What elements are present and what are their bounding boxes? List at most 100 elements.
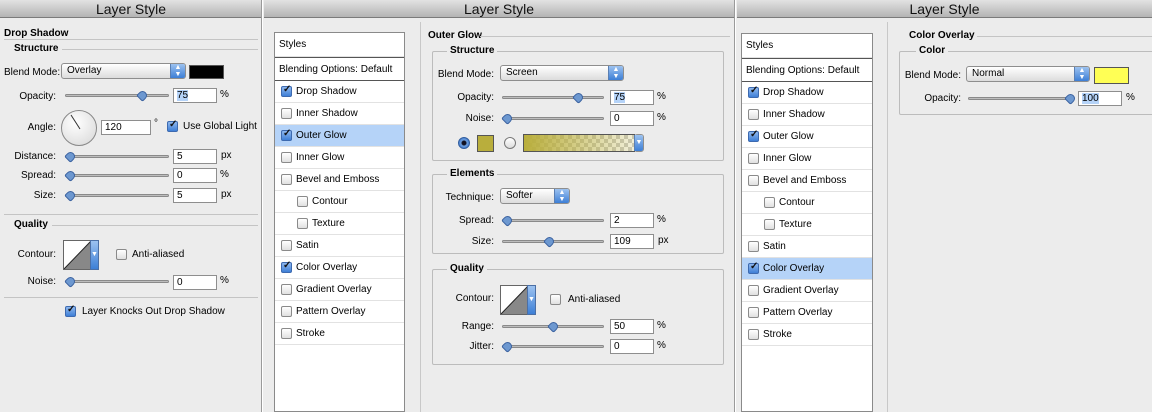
contour-picker[interactable]: ▼ (63, 240, 99, 270)
jitter-input[interactable]: 0 (610, 339, 654, 354)
spread-input[interactable]: 0 (173, 168, 217, 183)
range-input[interactable]: 50 (610, 319, 654, 334)
style-item-bevel-and-emboss[interactable]: Bevel and Emboss (742, 170, 872, 192)
gradient-radio[interactable] (504, 137, 516, 149)
style-checkbox[interactable] (748, 329, 759, 340)
style-item-color-overlay[interactable]: Color Overlay (742, 258, 872, 280)
anti-aliased-checkbox[interactable] (550, 294, 561, 305)
style-item-pattern-overlay[interactable]: Pattern Overlay (275, 301, 404, 323)
blend-mode-select[interactable]: Overlay ▲ ▼ (61, 63, 186, 79)
style-checkbox[interactable] (748, 153, 759, 164)
slider-knob[interactable] (64, 189, 77, 202)
style-item-inner-shadow[interactable]: Inner Shadow (275, 103, 404, 125)
style-checkbox[interactable] (764, 197, 775, 208)
style-item-stroke[interactable]: Stroke (275, 323, 404, 345)
blend-mode-select[interactable]: Normal ▲ ▼ (966, 66, 1090, 82)
style-item-inner-glow[interactable]: Inner Glow (742, 148, 872, 170)
slider-knob[interactable] (64, 169, 77, 182)
style-item-label: Drop Shadow (296, 86, 357, 97)
noise-input[interactable]: 0 (610, 111, 654, 126)
style-item-bevel-and-emboss[interactable]: Bevel and Emboss (275, 169, 404, 191)
opacity-slider[interactable] (65, 89, 169, 102)
noise-slider[interactable] (64, 275, 169, 288)
style-checkbox[interactable] (297, 218, 308, 229)
style-checkbox[interactable] (281, 108, 292, 119)
contour-picker[interactable]: ▼ (500, 285, 536, 315)
technique-select[interactable]: Softer ▲ ▼ (500, 188, 570, 204)
style-item-satin[interactable]: Satin (275, 235, 404, 257)
range-slider[interactable] (502, 320, 604, 333)
style-checkbox[interactable] (281, 240, 292, 251)
glow-color-swatch[interactable] (477, 135, 494, 152)
style-checkbox[interactable] (748, 307, 759, 318)
style-checkbox[interactable] (748, 175, 759, 186)
overlay-color-swatch[interactable] (1094, 67, 1129, 84)
shadow-color-swatch[interactable] (189, 65, 224, 79)
gradient-dropdown[interactable]: ▼ (634, 134, 644, 152)
distance-input[interactable]: 5 (173, 149, 217, 164)
style-checkbox[interactable] (748, 129, 759, 142)
style-checkbox[interactable] (748, 85, 759, 98)
style-item-outer-glow[interactable]: Outer Glow (275, 125, 404, 147)
style-item-color-overlay[interactable]: Color Overlay (275, 257, 404, 279)
style-item-texture[interactable]: Texture (742, 214, 872, 236)
style-checkbox[interactable] (281, 306, 292, 317)
blending-options-item[interactable]: Blending Options: Default (275, 57, 404, 81)
jitter-slider[interactable] (501, 340, 604, 353)
style-checkbox[interactable] (281, 84, 292, 97)
blend-mode-select[interactable]: Screen ▲ ▼ (500, 65, 624, 81)
style-checkbox[interactable] (281, 128, 292, 141)
opacity-input[interactable]: 75 (173, 88, 217, 103)
opacity-slider[interactable] (968, 92, 1077, 105)
style-checkbox[interactable] (748, 261, 759, 274)
panel-separator (734, 0, 736, 412)
spread-input[interactable]: 2 (610, 213, 654, 228)
style-item-contour[interactable]: Contour (742, 192, 872, 214)
slider-knob[interactable] (64, 275, 77, 288)
opacity-slider[interactable] (502, 91, 604, 104)
style-checkbox[interactable] (764, 219, 775, 230)
spread-slider[interactable] (64, 169, 169, 182)
style-checkbox[interactable] (748, 241, 759, 252)
style-item-inner-shadow[interactable]: Inner Shadow (742, 104, 872, 126)
style-checkbox[interactable] (281, 174, 292, 185)
style-checkbox[interactable] (748, 285, 759, 296)
size-slider[interactable] (64, 189, 169, 202)
style-checkbox[interactable] (281, 328, 292, 339)
style-checkbox[interactable] (281, 152, 292, 163)
spread-slider[interactable] (501, 214, 604, 227)
knocks-out-checkbox[interactable] (65, 304, 76, 317)
size-input[interactable]: 5 (173, 188, 217, 203)
style-item-pattern-overlay[interactable]: Pattern Overlay (742, 302, 872, 324)
opacity-input[interactable]: 75 (610, 90, 654, 105)
angle-input[interactable]: 120 (101, 120, 151, 135)
anti-aliased-checkbox[interactable] (116, 249, 127, 260)
opacity-input[interactable]: 100 (1078, 91, 1122, 106)
style-checkbox[interactable] (748, 109, 759, 120)
style-item-contour[interactable]: Contour (275, 191, 404, 213)
style-item-drop-shadow[interactable]: Drop Shadow (275, 81, 404, 103)
style-item-gradient-overlay[interactable]: Gradient Overlay (275, 279, 404, 301)
glow-gradient-swatch[interactable] (523, 134, 635, 152)
noise-slider[interactable] (501, 112, 604, 125)
blending-options-item[interactable]: Blending Options: Default (742, 58, 872, 82)
angle-dial[interactable] (61, 110, 97, 146)
solid-color-radio[interactable] (458, 137, 470, 149)
style-item-texture[interactable]: Texture (275, 213, 404, 235)
size-slider[interactable] (502, 235, 604, 248)
slider-knob[interactable] (64, 150, 77, 163)
use-global-light-checkbox[interactable] (167, 119, 178, 132)
style-item-gradient-overlay[interactable]: Gradient Overlay (742, 280, 872, 302)
distance-slider[interactable] (64, 150, 169, 163)
style-checkbox[interactable] (281, 284, 292, 295)
slider-knob[interactable] (136, 89, 149, 102)
style-checkbox[interactable] (281, 260, 292, 273)
style-checkbox[interactable] (297, 196, 308, 207)
style-item-inner-glow[interactable]: Inner Glow (275, 147, 404, 169)
noise-input[interactable]: 0 (173, 275, 217, 290)
style-item-stroke[interactable]: Stroke (742, 324, 872, 346)
style-item-drop-shadow[interactable]: Drop Shadow (742, 82, 872, 104)
style-item-satin[interactable]: Satin (742, 236, 872, 258)
size-input[interactable]: 109 (610, 234, 654, 249)
style-item-outer-glow[interactable]: Outer Glow (742, 126, 872, 148)
